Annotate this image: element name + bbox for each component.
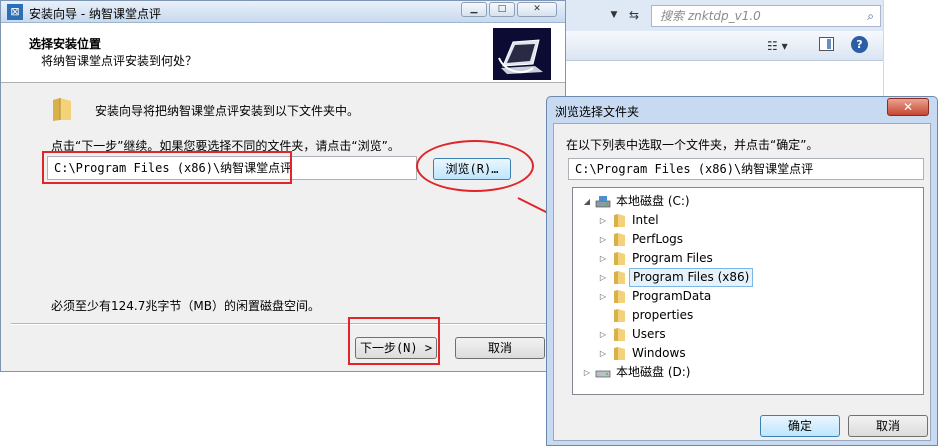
explorer-right-edge: [883, 0, 942, 100]
address-dropdown-icon[interactable]: ▼: [605, 6, 623, 24]
tree-label: Intel: [632, 213, 659, 227]
expand-arrow-icon[interactable]: ▷: [597, 325, 609, 344]
header-title: 选择安装位置: [29, 37, 102, 51]
expand-arrow-icon[interactable]: ▷: [581, 363, 593, 382]
tree-label: 本地磁盘 (C:): [616, 194, 690, 208]
browse-instruction: 在以下列表中选取一个文件夹，并点击“确定”。: [566, 138, 819, 152]
ok-button[interactable]: 确定: [760, 415, 840, 437]
drive-icon: [595, 194, 611, 209]
folder-icon: [611, 346, 627, 361]
path-highlight-box: [42, 151, 292, 184]
next-highlight-box: [348, 317, 440, 365]
tree-label: ProgramData: [632, 289, 712, 303]
tree-label: Windows: [632, 346, 686, 360]
tree-label: properties: [632, 308, 694, 322]
expand-arrow-icon[interactable]: ▷: [597, 287, 609, 306]
browse-highlight-ellipse: [416, 140, 534, 192]
folder-icon: [611, 327, 627, 342]
footer-divider: [11, 323, 551, 325]
help-icon[interactable]: ?: [851, 36, 868, 53]
installer-app-icon: ⊠: [7, 4, 23, 20]
folder-icon: [611, 232, 627, 247]
preview-pane-icon[interactable]: [819, 37, 834, 51]
search-icon[interactable]: ⌕: [867, 6, 874, 26]
search-input[interactable]: 搜索 znktdp_v1.0 ⌕: [651, 5, 881, 27]
drive-icon: [595, 365, 611, 380]
close-button[interactable]: ✕: [517, 2, 557, 17]
collapse-arrow-icon[interactable]: ◢: [581, 192, 593, 211]
browse-close-button[interactable]: ✕: [887, 98, 929, 116]
maximize-button[interactable]: □: [489, 2, 515, 17]
tree-label: 本地磁盘 (D:): [616, 365, 691, 379]
folder-icon: [611, 270, 627, 285]
selected-path-field[interactable]: C:\Program Files (x86)\纳智课堂点评: [568, 158, 924, 180]
browse-body: 在以下列表中选取一个文件夹，并点击“确定”。 C:\Program Files …: [553, 123, 931, 441]
explorer-window: ▼ ⇆ 搜索 znktdp_v1.0 ⌕ ☷ ▾ ?: [560, 0, 942, 100]
folder-icon: [51, 96, 73, 122]
installer-logo-icon: [493, 28, 551, 80]
browse-cancel-button[interactable]: 取消: [848, 415, 928, 437]
expand-arrow-icon[interactable]: ▷: [597, 268, 609, 287]
browse-folder-dialog: 浏览选择文件夹 ✕ 在以下列表中选取一个文件夹，并点击“确定”。 C:\Prog…: [546, 96, 938, 446]
tree-label: Program Files: [632, 251, 713, 265]
cancel-button[interactable]: 取消: [455, 337, 545, 359]
refresh-icon[interactable]: ⇆: [625, 6, 643, 24]
expand-arrow-icon[interactable]: ▷: [597, 230, 609, 249]
folder-tree: ◢ 本地磁盘 (C:) ▷ Intel ▷ PerfLogs ▷ Program…: [572, 187, 924, 395]
tree-label: PerfLogs: [632, 232, 684, 246]
explorer-content: [561, 61, 883, 100]
tree-label: Program Files (x86): [629, 268, 754, 287]
change-view-icon[interactable]: ☷ ▾: [767, 39, 788, 53]
minimize-button[interactable]: ▁: [461, 2, 487, 17]
browse-title: 浏览选择文件夹: [555, 105, 640, 119]
expand-arrow-icon[interactable]: ▷: [597, 344, 609, 363]
search-placeholder: 搜索 znktdp_v1.0: [660, 9, 761, 23]
wizard-titlebar[interactable]: ⊠ 安装向导 - 纳智课堂点评 ▁ □ ✕: [1, 1, 565, 23]
folder-icon: [611, 308, 627, 323]
intro-row: 安装向导将把纳智课堂点评安装到以下文件夹中。: [51, 94, 551, 124]
wizard-title: 安装向导 - 纳智课堂点评: [29, 7, 161, 21]
tree-label: Users: [632, 327, 666, 341]
expand-arrow-icon[interactable]: ▷: [597, 211, 609, 230]
intro-text: 安装向导将把纳智课堂点评安装到以下文件夹中。: [95, 104, 360, 118]
folder-icon: [611, 289, 627, 304]
folder-icon: [611, 251, 627, 266]
disk-space-text: 必须至少有124.7兆字节（MB）的闲置磁盘空间。: [51, 299, 320, 313]
folder-icon: [611, 213, 627, 228]
wizard-header: 选择安装位置 将纳智课堂点评安装到何处？: [1, 23, 565, 83]
expand-arrow-icon[interactable]: ▷: [597, 249, 609, 268]
header-subtitle: 将纳智课堂点评安装到何处？: [41, 54, 198, 68]
browse-titlebar[interactable]: 浏览选择文件夹 ✕: [547, 97, 937, 123]
